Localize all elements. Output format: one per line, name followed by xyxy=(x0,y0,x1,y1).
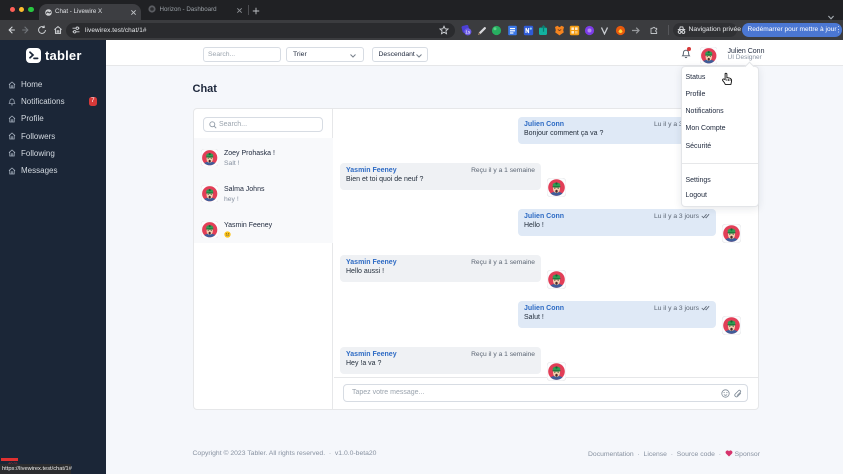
svg-text:1s: 1s xyxy=(465,30,471,35)
